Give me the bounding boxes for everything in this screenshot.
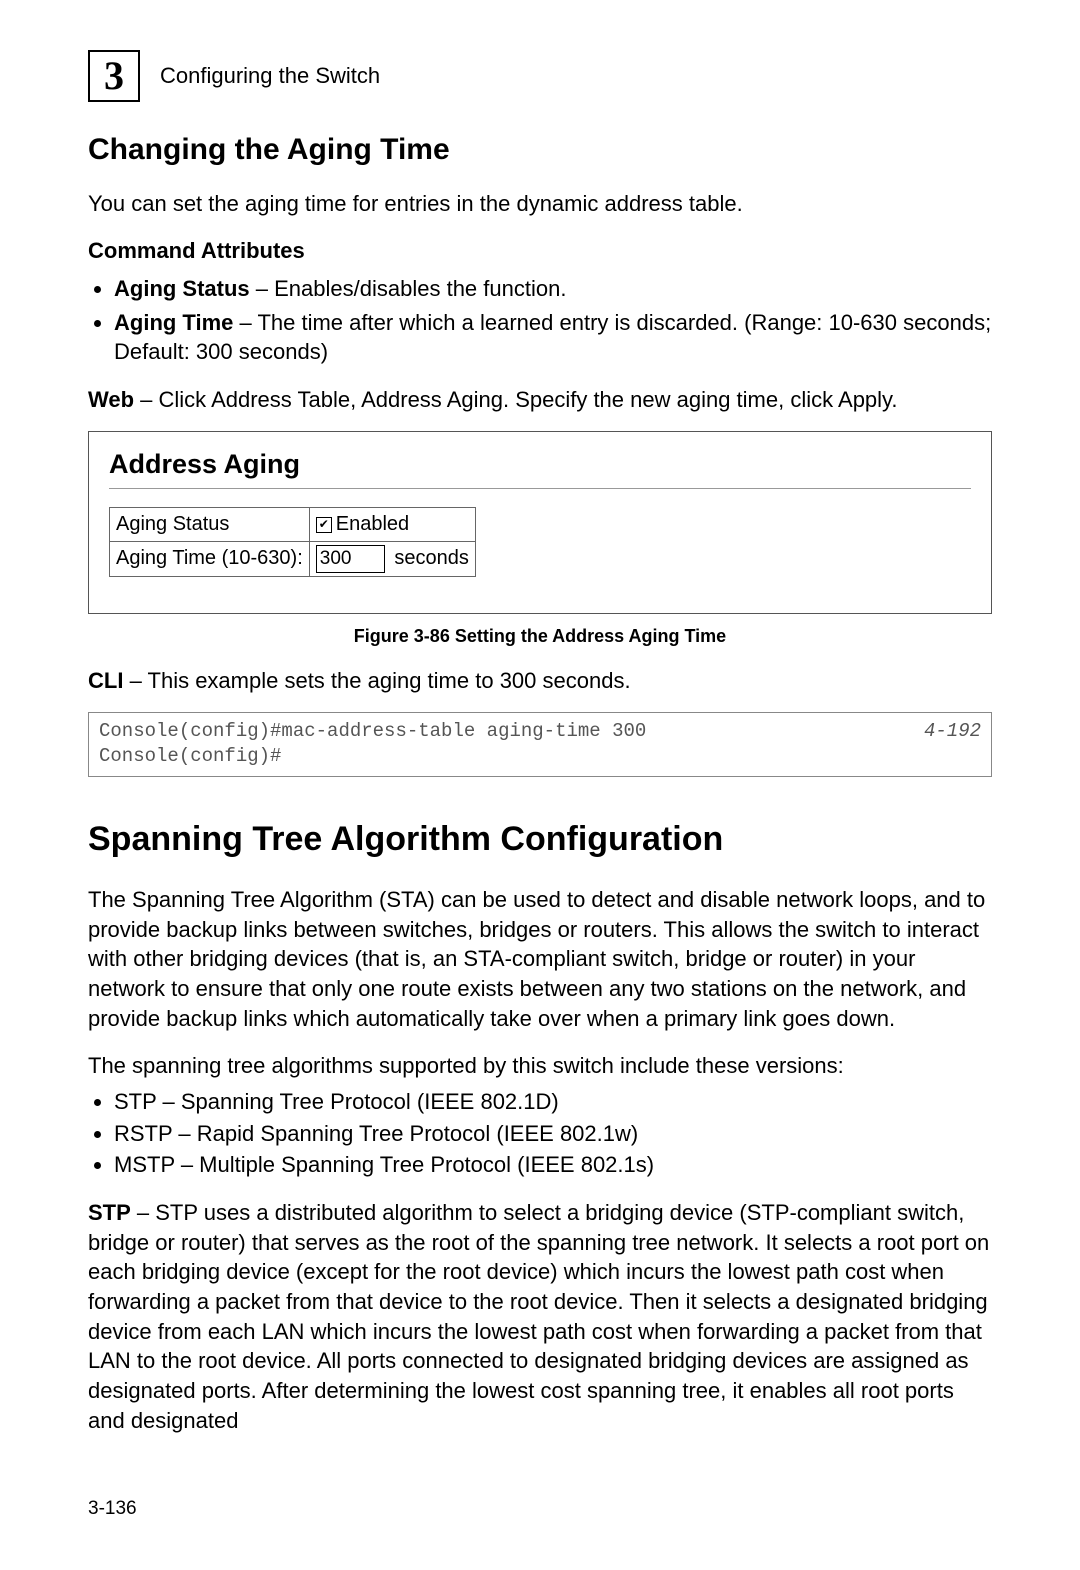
row-aging-time: Aging Time (10-630): 300 seconds (110, 542, 476, 577)
ver-rstp: RSTP – Rapid Spanning Tree Protocol (IEE… (114, 1119, 992, 1149)
command-attributes-list: Aging Status – Enables/disables the func… (88, 274, 992, 367)
stp-bold: STP (88, 1200, 131, 1225)
attr2-bold: Aging Time (114, 310, 233, 335)
aging-status-label: Aging Status (110, 508, 310, 542)
panel-title: Address Aging (109, 446, 971, 482)
cli-instruction: CLI – This example sets the aging time t… (88, 666, 992, 696)
attr-aging-time: Aging Time – The time after which a lear… (114, 308, 992, 367)
aging-time-input[interactable]: 300 (316, 545, 385, 573)
panel-divider (109, 488, 971, 489)
stp-description: STP – STP uses a distributed algorithm t… (88, 1198, 992, 1436)
aging-status-checkbox[interactable]: ✔ (316, 517, 332, 533)
web-label: Web (88, 387, 134, 412)
aging-time-label: Aging Time (10-630): (110, 542, 310, 577)
row-aging-status: Aging Status ✔Enabled (110, 508, 476, 542)
cli-label: CLI (88, 668, 123, 693)
header-label: Configuring the Switch (160, 61, 380, 91)
sta-para2: The spanning tree algorithms supported b… (88, 1051, 992, 1081)
sta-para1: The Spanning Tree Algorithm (STA) can be… (88, 885, 992, 1033)
figure-caption: Figure 3-86 Setting the Address Aging Ti… (88, 624, 992, 648)
page-number: 3-136 (88, 1496, 992, 1522)
ver-mstp: MSTP – Multiple Spanning Tree Protocol (… (114, 1150, 992, 1180)
page-header: 3 Configuring the Switch (88, 50, 992, 102)
attr1-bold: Aging Status (114, 276, 250, 301)
attr-aging-status: Aging Status – Enables/disables the func… (114, 274, 992, 304)
cli-code: Console(config)#mac-address-table aging-… (99, 719, 646, 770)
section-title-sta: Spanning Tree Algorithm Configuration (88, 817, 992, 863)
ver-stp: STP – Spanning Tree Protocol (IEEE 802.1… (114, 1087, 992, 1117)
web-text: – Click Address Table, Address Aging. Sp… (134, 387, 897, 412)
intro-text: You can set the aging time for entries i… (88, 189, 992, 219)
cli-code-ref: 4-192 (924, 719, 981, 770)
cli-text: – This example sets the aging time to 30… (123, 668, 630, 693)
sta-versions-list: STP – Spanning Tree Protocol (IEEE 802.1… (88, 1087, 992, 1180)
aging-time-unit: seconds (389, 547, 469, 569)
command-attributes-heading: Command Attributes (88, 236, 992, 266)
aging-status-cell: ✔Enabled (309, 508, 475, 542)
stp-text: – STP uses a distributed algorithm to se… (88, 1200, 989, 1433)
section-title-aging: Changing the Aging Time (88, 130, 992, 171)
attr1-text: – Enables/disables the function. (250, 276, 567, 301)
address-aging-panel: Address Aging Aging Status ✔Enabled Agin… (88, 431, 992, 614)
aging-status-value: Enabled (336, 513, 409, 535)
attr2-text: – The time after which a learned entry i… (114, 310, 991, 365)
chapter-number-box: 3 (88, 50, 140, 102)
aging-time-cell: 300 seconds (309, 542, 475, 577)
aging-form-table: Aging Status ✔Enabled Aging Time (10-630… (109, 507, 476, 577)
web-instruction: Web – Click Address Table, Address Aging… (88, 385, 992, 415)
cli-code-box: Console(config)#mac-address-table aging-… (88, 712, 992, 777)
